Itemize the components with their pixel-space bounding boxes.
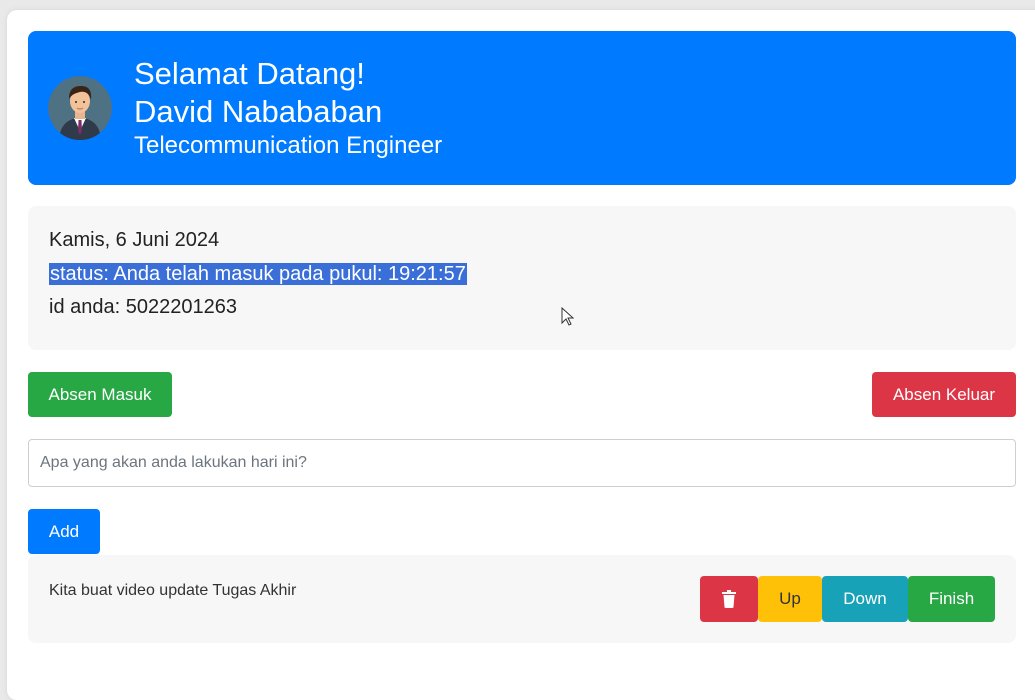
job-title: Telecommunication Engineer bbox=[134, 132, 443, 159]
add-task-button[interactable]: Add bbox=[28, 509, 100, 554]
mouse-cursor-icon bbox=[561, 307, 575, 326]
finish-task-button[interactable]: Finish bbox=[908, 576, 995, 622]
trash-icon bbox=[722, 590, 736, 608]
delete-task-button[interactable] bbox=[700, 576, 758, 622]
check-in-button[interactable]: Absen Masuk bbox=[28, 372, 172, 417]
user-name: David Nabababan bbox=[134, 94, 383, 129]
user-id-text: id anda: 5022201263 bbox=[49, 296, 237, 318]
task-text: Kita buat video update Tugas Akhir bbox=[49, 582, 297, 599]
status-text-selected: status: Anda telah masuk pada pukul: 19:… bbox=[49, 263, 467, 285]
date-text: Kamis, 6 Juni 2024 bbox=[49, 229, 220, 251]
move-up-button[interactable]: Up bbox=[758, 576, 822, 622]
avatar bbox=[48, 76, 112, 140]
task-input[interactable] bbox=[28, 439, 1016, 487]
status-text: status: Anda telah masuk pada pukul: 19:… bbox=[49, 261, 467, 287]
move-down-button[interactable]: Down bbox=[822, 576, 908, 622]
profile-header: Selamat Datang! David Nabababan Telecomm… bbox=[28, 31, 1016, 185]
user-avatar-icon bbox=[48, 76, 112, 140]
greeting-title: Selamat Datang! bbox=[134, 56, 365, 91]
attendance-info: Kamis, 6 Juni 2024 status: Anda telah ma… bbox=[28, 206, 1016, 350]
check-out-button[interactable]: Absen Keluar bbox=[872, 372, 1016, 417]
header-text: Selamat Datang! David Nabababan Telecomm… bbox=[134, 55, 442, 161]
task-item: Kita buat video update Tugas Akhir Up Do… bbox=[28, 555, 1016, 643]
